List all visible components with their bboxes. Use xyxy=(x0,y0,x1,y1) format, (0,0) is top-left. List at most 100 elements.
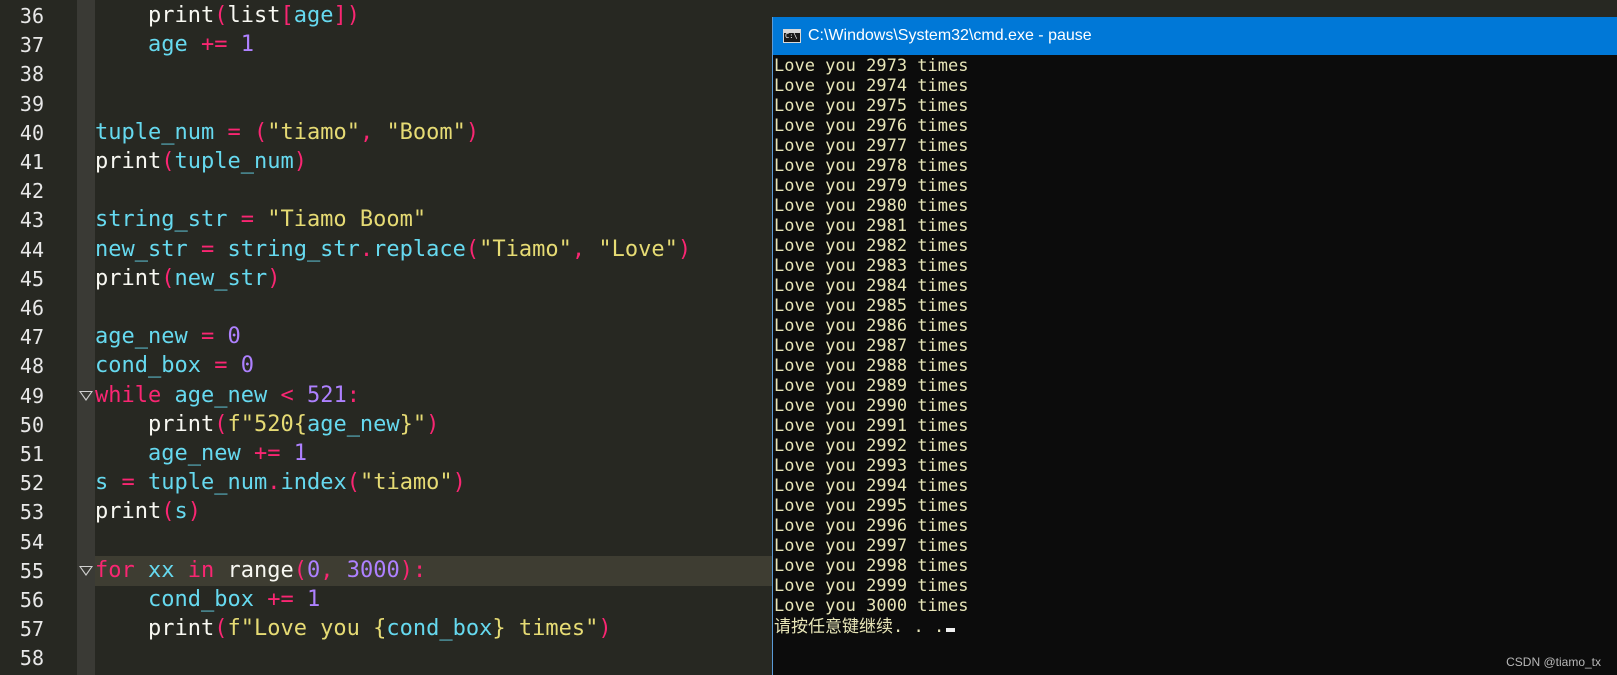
code-token: = xyxy=(214,119,254,145)
console-output-line: Love you 2993 times xyxy=(774,456,969,476)
code-token: += xyxy=(253,587,307,612)
code-token: age_new xyxy=(306,411,400,437)
code-token: ( xyxy=(293,557,307,583)
console-output-line: Love you 2974 times xyxy=(774,76,969,96)
line-number: 39 xyxy=(19,91,44,116)
code-line[interactable]: print(list[age]) xyxy=(95,1,360,31)
cmd-window[interactable]: C:\Windows\System32\cmd.exe - pause Love… xyxy=(772,17,1617,675)
code-line[interactable]: print(f"Love you {cond_box} times") xyxy=(95,614,612,644)
console-output-line: Love you 2987 times xyxy=(774,336,969,356)
code-token: string_str xyxy=(227,236,360,262)
code-token: age xyxy=(147,32,188,58)
line-number: 46 xyxy=(19,296,44,320)
line-number: 52 xyxy=(19,471,44,496)
code-token: "Love" xyxy=(598,236,678,262)
code-token: print xyxy=(147,3,215,28)
code-token: age_new xyxy=(174,382,268,408)
code-token: s xyxy=(174,499,188,525)
line-number-gutter: 36 37 38 39 40 41 42 43 44 45 46 47 48 49 50 51 52 53 54 55… xyxy=(0,0,75,675)
code-token: ) xyxy=(426,411,440,437)
code-token: in xyxy=(174,557,228,583)
code-line[interactable]: cond_box = 0 xyxy=(95,351,254,381)
line-number: 40 xyxy=(19,120,44,145)
cmd-titlebar[interactable]: C:\Windows\System32\cmd.exe - pause xyxy=(773,17,1617,55)
code-token: "tiamo" xyxy=(267,119,360,145)
console-output-line: Love you 2973 times xyxy=(774,56,969,76)
line-number: 37 xyxy=(19,33,44,58)
console-output-line: Love you 2980 times xyxy=(774,196,969,216)
code-token: age_new xyxy=(147,441,241,466)
code-line[interactable]: print(s) xyxy=(95,497,201,527)
code-token: ) xyxy=(187,499,201,525)
console-prompt[interactable]: 请按任意键继续. . . xyxy=(774,615,956,639)
console-output-line: Love you 2982 times xyxy=(774,236,969,256)
line-number: 36 xyxy=(19,4,44,28)
console-output: Love you 2973 times Love you 2974 times Lo… xyxy=(774,56,1617,616)
code-line[interactable]: cond_box += 1 xyxy=(95,585,320,615)
code-token: . xyxy=(359,236,374,262)
code-token: ): xyxy=(399,557,427,583)
code-token: } times" xyxy=(492,616,599,642)
console-output-line: Love you 2998 times xyxy=(774,556,969,576)
console-output-line: Love you 2999 times xyxy=(774,576,969,596)
console-output-line: Love you 2990 times xyxy=(774,396,969,416)
console-output-line: Love you 2997 times xyxy=(774,536,969,556)
code-line[interactable]: string_str = "Tiamo Boom" xyxy=(95,205,426,235)
code-line[interactable]: age += 1 xyxy=(95,30,254,60)
code-token: ( xyxy=(214,616,228,642)
code-token: cond_box xyxy=(386,616,493,642)
code-line[interactable]: while age_new < 521: xyxy=(95,381,360,411)
code-token: tuple_num xyxy=(148,470,268,496)
code-token: ) xyxy=(452,470,466,496)
code-token: while xyxy=(95,382,162,408)
line-number: 50 xyxy=(19,412,44,437)
console-output-line: Love you 2996 times xyxy=(774,516,969,536)
code-token: = xyxy=(187,236,228,262)
console-output-line: Love you 2975 times xyxy=(774,96,969,116)
fold-toggle-icon[interactable] xyxy=(79,565,93,576)
code-token: list xyxy=(227,3,281,28)
code-token: . xyxy=(267,470,281,496)
code-line[interactable]: print(new_str) xyxy=(95,264,280,294)
cmd-window-title: C:\Windows\System32\cmd.exe - pause xyxy=(808,27,1092,44)
code-line[interactable]: tuple_num = ("tiamo", "Boom") xyxy=(95,118,479,148)
code-token: print xyxy=(95,499,162,525)
code-line[interactable]: new_str = string_str.replace("Tiamo", "L… xyxy=(95,235,691,265)
code-token: tuple_num xyxy=(174,149,294,174)
code-line[interactable]: print(tuple_num) xyxy=(95,147,307,177)
code-token: f"Love you { xyxy=(227,616,387,642)
console-output-line: Love you 2992 times xyxy=(774,436,969,456)
code-line[interactable]: print(f"520{age_new}") xyxy=(95,410,439,440)
code-token: "Tiamo" xyxy=(479,236,572,262)
fold-toggle-icon[interactable] xyxy=(79,390,93,401)
code-token: 1 xyxy=(293,441,307,466)
code-line[interactable]: age_new += 1 xyxy=(95,439,307,469)
console-output-line: Love you 2978 times xyxy=(774,156,969,176)
code-token: 0 xyxy=(227,324,241,350)
code-token: print xyxy=(95,149,162,174)
code-token: ( xyxy=(346,470,360,496)
line-number: 45 xyxy=(19,266,44,291)
code-token: [ xyxy=(280,3,294,28)
code-line[interactable]: age_new = 0 xyxy=(95,322,241,352)
console-output-line: Love you 2994 times xyxy=(774,476,969,496)
code-line[interactable]: s = tuple_num.index("tiamo") xyxy=(95,468,466,498)
code-token: f"520{ xyxy=(227,411,307,437)
code-token: tuple_num xyxy=(95,119,215,145)
console-output-line: Love you 2989 times xyxy=(774,376,969,396)
code-token: ) xyxy=(465,119,480,145)
code-token: cond_box xyxy=(95,353,201,379)
code-token: += xyxy=(240,441,294,466)
console-output-line: Love you 2977 times xyxy=(774,136,969,156)
code-token: cond_box xyxy=(147,587,254,612)
code-token: "tiamo" xyxy=(359,470,453,496)
code-token: }" xyxy=(399,411,427,437)
console-output-line: Love you 2985 times xyxy=(774,296,969,316)
line-number: 56 xyxy=(19,588,44,612)
code-token: += xyxy=(187,32,241,58)
code-token: ) xyxy=(598,616,612,642)
code-token: < xyxy=(267,382,307,408)
console-output-line: Love you 2981 times xyxy=(774,216,969,236)
code-token: ) xyxy=(267,265,281,291)
